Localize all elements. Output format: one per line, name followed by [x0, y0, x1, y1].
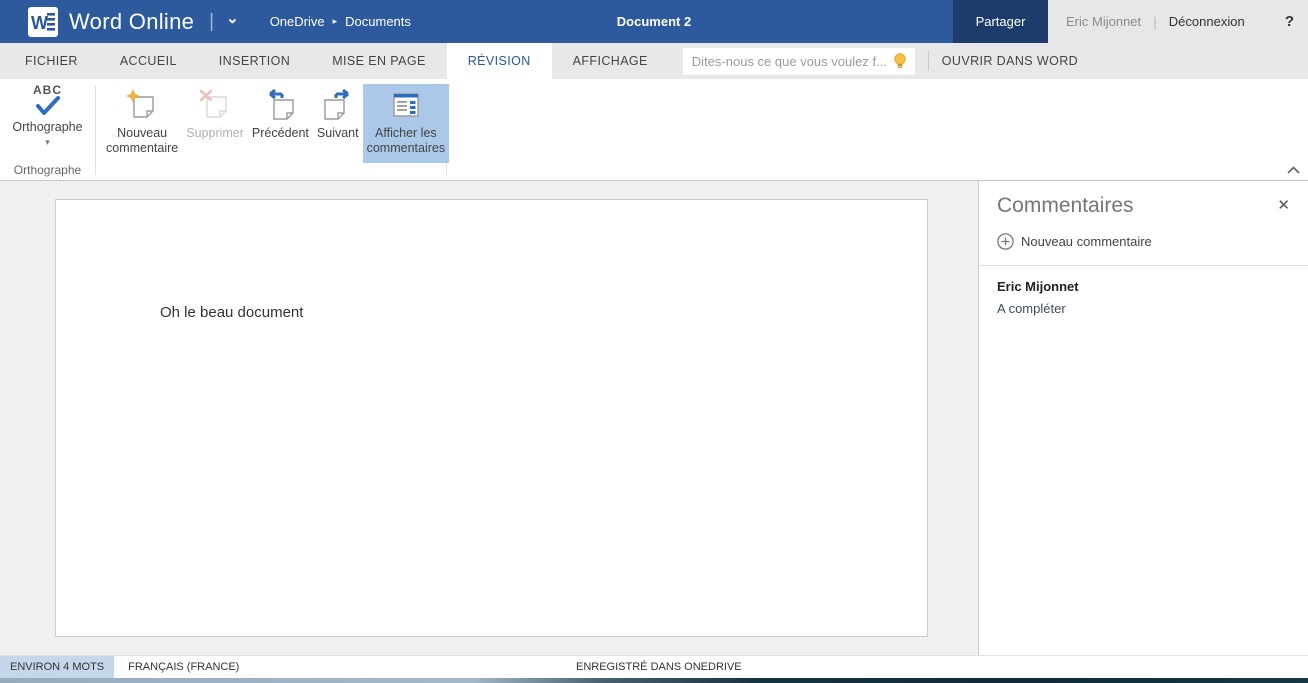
titlebar-right: Partager Eric Mijonnet | Déconnexion ?	[953, 0, 1308, 43]
previous-comment-button[interactable]: Précédent	[248, 84, 313, 163]
ribbon: ABC Orthographe ▾ Orthographe Nouveau co…	[0, 79, 1308, 181]
bottom-edge-strip	[0, 678, 1308, 683]
delete-comment-button: Supprimer	[182, 84, 248, 163]
plus-circle-icon	[997, 233, 1014, 250]
comment-author: Eric Mijonnet	[997, 279, 1079, 294]
language-status[interactable]: FRANÇAIS (FRANCE)	[114, 656, 253, 678]
breadcrumb-documents[interactable]: Documents	[345, 14, 411, 29]
comment-text: A compléter	[997, 301, 1066, 316]
open-in-word-button[interactable]: OUVRIR DANS WORD	[942, 43, 1078, 79]
document-title[interactable]: Document 2	[617, 0, 691, 43]
tab-fichier[interactable]: FICHIER	[4, 43, 99, 79]
show-comments-button[interactable]: Afficher les commentaires	[362, 84, 450, 163]
ribbon-tab-row: FICHIER ACCUEIL INSERTION MISE EN PAGE R…	[0, 43, 1308, 79]
chevron-down-icon[interactable]: ⌄	[226, 11, 239, 26]
breadcrumb-onedrive[interactable]: OneDrive	[270, 14, 325, 29]
tab-affichage[interactable]: AFFICHAGE	[552, 43, 669, 79]
new-comment-link-label: Nouveau commentaire	[1021, 234, 1152, 249]
tab-insertion[interactable]: INSERTION	[198, 43, 311, 79]
titlebar-divider: |	[209, 10, 215, 32]
show-comments-label: Afficher les commentaires	[366, 126, 446, 155]
breadcrumb-separator-icon: ▸	[332, 16, 338, 26]
ribbon-group-commentaires: Nouveau commentaire Supprimer Précédent	[96, 79, 450, 180]
tab-accueil[interactable]: ACCUEIL	[99, 43, 198, 79]
next-comment-button[interactable]: Suivant	[313, 84, 363, 163]
title-bar: W Word Online | ⌄ OneDrive ▸ Documents D…	[0, 0, 1308, 43]
content-area: Oh le beau document Commentaires ✕ Nouve…	[0, 181, 1308, 655]
delete-comment-label: Supprimer	[186, 126, 244, 140]
new-comment-icon	[126, 89, 154, 118]
svg-text:W: W	[31, 13, 48, 33]
tabrow-divider	[927, 51, 929, 71]
comments-panel-title: Commentaires	[997, 194, 1134, 217]
word-count-status[interactable]: ENVIRON 4 MOTS	[0, 656, 115, 678]
previous-comment-label: Précédent	[251, 126, 309, 140]
share-button[interactable]: Partager	[953, 0, 1048, 43]
group-label-orthographe: Orthographe	[13, 163, 82, 177]
user-name[interactable]: Eric Mijonnet	[1066, 14, 1141, 29]
close-icon[interactable]: ✕	[1273, 194, 1294, 216]
comment-item[interactable]: Eric Mijonnet A compléter	[979, 266, 1308, 316]
lightbulb-icon	[892, 52, 908, 70]
comments-panel: Commentaires ✕ Nouveau commentaire Eric …	[978, 181, 1308, 655]
previous-comment-icon	[269, 89, 295, 120]
new-comment-button[interactable]: Nouveau commentaire	[102, 84, 182, 163]
document-text: Oh le beau document	[160, 304, 304, 321]
tab-mise-en-page[interactable]: MISE EN PAGE	[311, 43, 446, 79]
signout-link[interactable]: Déconnexion	[1169, 14, 1245, 29]
help-icon[interactable]: ?	[1285, 13, 1294, 30]
new-comment-link[interactable]: Nouveau commentaire	[997, 233, 1308, 250]
word-logo-icon[interactable]: W	[28, 6, 58, 37]
status-bar: ENVIRON 4 MOTS FRANÇAIS (FRANCE) ENREGIS…	[0, 655, 1308, 678]
document-page[interactable]: Oh le beau document	[55, 199, 928, 637]
spelling-button-label: Orthographe	[12, 120, 83, 134]
account-divider: |	[1153, 13, 1157, 30]
spelling-button[interactable]: ABC Orthographe ▾	[0, 79, 95, 155]
app-title: Word Online	[69, 8, 195, 34]
show-comments-icon	[393, 93, 419, 117]
next-comment-icon	[324, 89, 349, 120]
document-canvas: Oh le beau document	[0, 181, 978, 655]
ribbon-group-orthographe: ABC Orthographe ▾ Orthographe	[0, 79, 95, 180]
save-status: ENREGISTRÉ DANS ONEDRIVE	[576, 661, 742, 673]
collapse-ribbon-icon[interactable]	[1287, 166, 1300, 174]
new-comment-label: Nouveau commentaire	[106, 126, 179, 155]
tell-me-box	[682, 47, 915, 75]
abc-spelling-icon: ABC	[33, 83, 62, 97]
checkmark-icon	[35, 96, 60, 115]
breadcrumb: OneDrive ▸ Documents	[270, 14, 411, 29]
tab-revision[interactable]: RÉVISION	[446, 43, 552, 79]
account-area: Eric Mijonnet | Déconnexion ?	[1048, 0, 1308, 43]
next-comment-label: Suivant	[316, 126, 359, 140]
dropdown-caret-icon: ▾	[45, 137, 50, 147]
delete-comment-icon	[199, 89, 227, 118]
tell-me-input[interactable]	[691, 53, 892, 69]
